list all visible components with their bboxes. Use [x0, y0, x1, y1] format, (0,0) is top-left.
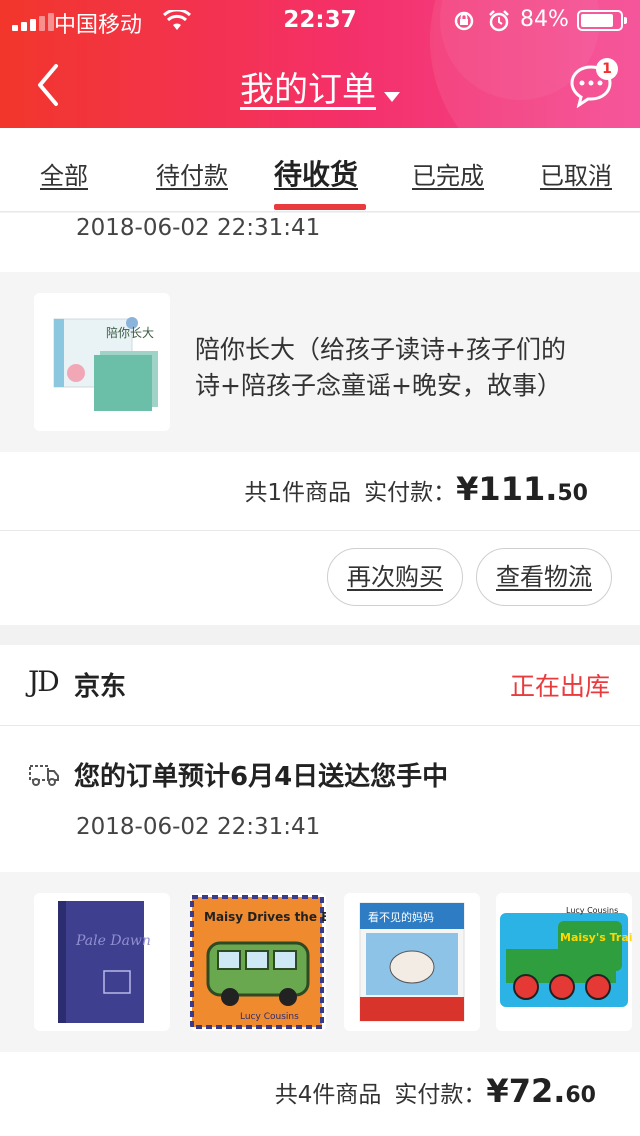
- product-thumbnail[interactable]: 陪你长大: [34, 293, 170, 431]
- status-bar: 中国移动 22:37 84%: [0, 0, 640, 40]
- product-thumbnail[interactable]: Pale Dawn: [34, 893, 170, 1031]
- book-cover-image: 看不见的妈妈: [344, 893, 480, 1031]
- active-tab-indicator: [274, 204, 366, 210]
- product-title-line2: 诗+陪孩子念童谣+晚安，故事）: [195, 371, 562, 400]
- paid-label: 实付款：: [394, 1082, 487, 1108]
- tab-pending-receipt[interactable]: 待收货: [274, 153, 358, 193]
- jd-logo-icon: JD: [28, 665, 60, 698]
- order-item-row[interactable]: 陪你长大 陪你长大（给孩子读诗+孩子们的 诗+陪孩子念童谣+晚安，故事）: [0, 272, 640, 452]
- rebuy-button[interactable]: 再次购买: [327, 548, 463, 606]
- carrier-name: 中国移动: [54, 13, 143, 38]
- delivery-estimate: 您的订单预计6月4日送达您手中: [74, 762, 449, 792]
- order-summary: 共1件商品 实付款：¥111.50: [0, 452, 640, 530]
- paid-label: 实付款：: [364, 480, 457, 506]
- order-total: 共4件商品 实付款：¥72.60: [275, 1072, 596, 1110]
- order-tabs: 全部 待付款 待收货 已完成 已取消: [0, 128, 640, 212]
- order-items-row[interactable]: Pale Dawn Maisy Drives the Bus Lucy Cous…: [0, 872, 640, 1052]
- store-name: 京东: [74, 672, 127, 702]
- battery-percent: 84%: [520, 7, 569, 32]
- author-text: Lucy Cousins: [566, 906, 618, 915]
- store-header[interactable]: JD 京东 正在出库: [0, 645, 640, 725]
- book-cover-image: Maisy's Train Lucy Cousins: [496, 893, 632, 1031]
- delivery-truck-icon: [29, 765, 59, 786]
- caret-down-icon: [384, 91, 400, 102]
- book-cover-image: Maisy Drives the Bus Lucy Cousins: [190, 895, 326, 1029]
- message-badge: 1: [596, 58, 618, 80]
- author-text: Lucy Cousins: [240, 1012, 299, 1022]
- app-header: 中国移动 22:37 84% 我的订单 1: [0, 0, 640, 128]
- cover-text: 陪你长大: [106, 325, 154, 340]
- delivery-info[interactable]: 您的订单预计6月4日送达您手中 2018-06-02 22:31:41: [0, 726, 640, 872]
- product-title-line1: 陪你长大（给孩子读诗+孩子们的: [195, 335, 566, 364]
- order-actions: 再次购买 查看物流: [0, 531, 640, 625]
- product-thumbnail[interactable]: 看不见的妈妈: [344, 893, 480, 1031]
- view-logistics-button[interactable]: 查看物流: [476, 548, 612, 606]
- order-status: 正在出库: [509, 672, 610, 701]
- tab-completed[interactable]: 已完成: [412, 156, 484, 191]
- cover-text: Maisy Drives the Bus: [204, 910, 326, 924]
- order-timestamp: 2018-06-02 22:31:41: [76, 814, 321, 840]
- item-count: 共4件商品: [274, 1082, 382, 1108]
- order-card-header: 2018-06-02 22:31:41: [0, 213, 640, 272]
- item-count: 共1件商品: [244, 480, 352, 506]
- tab-cancelled[interactable]: 已取消: [540, 156, 612, 191]
- title-dropdown[interactable]: 我的订单: [0, 62, 640, 111]
- order-summary: 共4件商品 实付款：¥72.60: [0, 1052, 640, 1136]
- book-cover-image: 陪你长大: [34, 293, 170, 431]
- price-main: ¥72.: [486, 1072, 566, 1110]
- cover-text: 看不见的妈妈: [368, 910, 434, 924]
- signal-icon: [12, 13, 54, 31]
- price-main: ¥111.: [456, 470, 558, 508]
- book-cover-image: Pale Dawn: [58, 901, 151, 1023]
- alarm-icon: [489, 10, 509, 32]
- product-thumbnail[interactable]: Maisy's Train Lucy Cousins: [496, 893, 632, 1031]
- page-title: 我的订单: [240, 70, 376, 110]
- wifi-icon: [162, 10, 192, 30]
- rotation-lock-icon: [454, 11, 474, 31]
- tab-all[interactable]: 全部: [40, 156, 88, 191]
- battery-icon: [577, 10, 627, 31]
- tab-pending-payment[interactable]: 待付款: [156, 156, 228, 191]
- product-thumbnail[interactable]: Maisy Drives the Bus Lucy Cousins: [190, 893, 326, 1031]
- cover-text: Maisy's Train: [560, 931, 632, 944]
- order-total: 共1件商品 实付款：¥111.50: [244, 470, 588, 508]
- cover-text: Pale Dawn: [75, 933, 151, 949]
- order-timestamp: 2018-06-02 22:31:41: [76, 215, 321, 241]
- order-list: 2018-06-02 22:31:41 陪你长大 陪你长大（给孩子读诗+孩子们的…: [0, 213, 640, 1136]
- price-decimal: 50: [557, 481, 588, 506]
- price-decimal: 60: [565, 1083, 596, 1108]
